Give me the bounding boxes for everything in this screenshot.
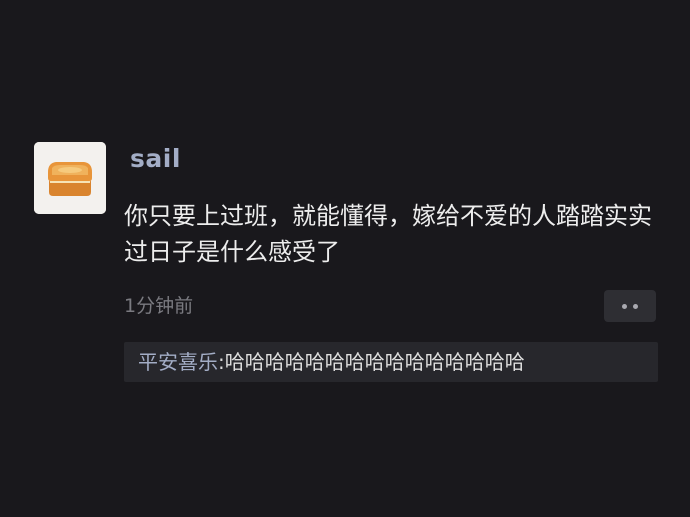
comment-text: 你只要上过班，就能懂得，嫁给不爱的人踏踏实实过日子是什么感受了: [124, 202, 652, 266]
username[interactable]: sail: [130, 142, 181, 176]
reply-text: 哈哈哈哈哈哈哈哈哈哈哈哈哈哈哈: [224, 350, 525, 374]
toast-icon: [34, 142, 106, 214]
reply-separator: :: [218, 350, 225, 374]
more-dots-icon: [633, 303, 638, 309]
reply-author[interactable]: 平安喜乐: [138, 348, 218, 376]
more-options-button[interactable]: [604, 290, 656, 322]
more-dots-icon: [622, 303, 627, 309]
reply-preview[interactable]: 平安喜乐: 哈哈哈哈哈哈哈哈哈哈哈哈哈哈哈: [124, 342, 658, 382]
avatar[interactable]: [34, 142, 106, 214]
timestamp: 1分钟前: [124, 295, 194, 317]
